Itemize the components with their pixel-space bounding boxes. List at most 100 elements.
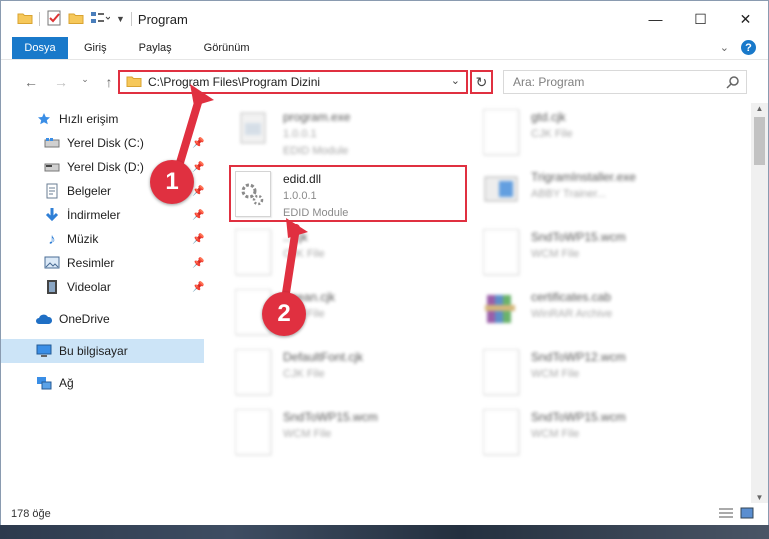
file-item-sndtowp15-wcm[interactable]: SndToWP15.wcm WCM File — [235, 409, 378, 465]
generic-file-icon — [235, 409, 271, 455]
file-name: gtd.cjk — [531, 110, 566, 124]
sidebar-item-pictures[interactable]: Resimler 📌 — [1, 251, 207, 275]
generic-file-icon — [483, 229, 519, 275]
vertical-scrollbar[interactable]: ▲ ▼ — [751, 103, 768, 503]
file-item-program-exe[interactable]: program.exe 1.0.0.1 EDID Module — [235, 109, 350, 165]
sidebar-item-label: Resimler — [67, 256, 115, 270]
window-controls: — ☐ ✕ — [633, 1, 768, 37]
file-item-defaultfont-cjk[interactable]: DefaultFont.cjk CJK File — [235, 349, 363, 405]
scroll-down-icon[interactable]: ▼ — [751, 493, 768, 502]
expand-ribbon-icon[interactable]: ⌄ — [720, 41, 729, 54]
close-button[interactable]: ✕ — [723, 1, 768, 37]
pin-icon: 📌 — [192, 161, 205, 173]
new-folder-icon[interactable] — [68, 11, 84, 28]
sidebar-item-downloads[interactable]: İndirmeler 📌 — [1, 203, 207, 227]
minimize-button[interactable]: — — [633, 1, 678, 37]
tab-view[interactable]: Görünüm — [188, 37, 266, 59]
file-name: DefaultFont.cjk — [283, 350, 364, 364]
properties-icon[interactable] — [46, 10, 62, 29]
status-bar: 178 öğe — [1, 503, 768, 525]
cloud-icon — [35, 311, 53, 327]
pictures-icon — [43, 255, 61, 271]
item-count: 178 öğe — [11, 508, 51, 520]
search-icon — [726, 75, 740, 92]
documents-icon — [43, 183, 61, 199]
customize-toolbar-icon[interactable]: ▼ — [116, 14, 125, 24]
tab-file[interactable]: Dosya — [12, 37, 68, 59]
generic-file-icon — [483, 349, 519, 395]
file-type: ABBY Trainer... — [531, 188, 607, 200]
chevron-down-icon[interactable]: ⌄ — [451, 74, 460, 87]
sidebar-item-local-disk-c[interactable]: Yerel Disk (C:) 📌 — [1, 131, 207, 155]
sidebar-item-this-pc[interactable]: Bu bilgisayar — [1, 339, 204, 363]
scroll-up-icon[interactable]: ▲ — [751, 104, 768, 113]
file-type: WinRAR Archive — [531, 308, 613, 320]
file-meta: gtd.cjk CJK File — [531, 109, 573, 143]
large-icons-view-icon[interactable] — [740, 507, 754, 522]
file-name: SndToWP15.wcm — [531, 230, 626, 244]
network-icon — [35, 375, 53, 391]
pin-icon: 📌 — [192, 209, 205, 221]
file-name: ...cjk — [283, 230, 308, 244]
nav-buttons: ← → ⌄ ↑ — [19, 74, 121, 90]
file-meta: ...cjk CJK File — [283, 229, 325, 263]
maximize-button[interactable]: ☐ — [678, 1, 723, 37]
sidebar-item-videos[interactable]: Videolar 📌 — [1, 275, 207, 299]
recent-locations-icon[interactable]: ⌄ — [79, 74, 91, 90]
drive-icon — [43, 135, 61, 151]
main-area: Hızlı erişim Yerel Disk (C:) 📌 Yerel Dis… — [1, 103, 768, 503]
file-item-sndtowp15-wcm-2[interactable]: SndToWP15.wcm WCM File — [483, 409, 626, 465]
computer-icon — [35, 343, 53, 359]
search-placeholder: Ara: Program — [513, 75, 585, 89]
sidebar-item-label: Hızlı erişim — [59, 112, 119, 126]
back-arrow-icon[interactable]: ← — [19, 74, 43, 90]
sidebar-item-music[interactable]: ♪ Müzik 📌 — [1, 227, 207, 251]
sidebar-item-quick-access[interactable]: Hızlı erişim — [1, 107, 207, 131]
file-meta: SndToWP15.wcm WCM File — [283, 409, 378, 443]
sidebar-item-label: Bu bilgisayar — [59, 344, 128, 358]
generic-file-icon — [483, 109, 519, 155]
tab-home[interactable]: Giriş — [68, 37, 123, 59]
sidebar-item-network[interactable]: Ağ — [1, 371, 207, 395]
sidebar-item-label: İndirmeler — [67, 208, 121, 222]
sidebar-item-label: OneDrive — [59, 312, 110, 326]
file-meta: SndToWP15.wcm WCM File — [531, 409, 626, 443]
star-icon — [35, 111, 53, 127]
file-name: SndToWP15.wcm — [283, 410, 378, 424]
file-description: EDID Module — [283, 145, 349, 157]
sidebar-item-onedrive[interactable]: OneDrive — [1, 307, 207, 331]
file-type: CJK File — [531, 128, 573, 140]
folder-icon — [126, 74, 142, 91]
folder-icon — [17, 11, 33, 28]
pin-icon: 📌 — [192, 257, 205, 269]
file-type: WCM File — [531, 248, 580, 260]
file-meta: certificates.cab WinRAR Archive — [531, 289, 612, 323]
details-view-icon[interactable] — [718, 507, 734, 522]
search-input[interactable]: Ara: Program — [503, 70, 747, 94]
refresh-button[interactable]: ↻ — [470, 70, 493, 94]
forward-arrow-icon[interactable]: → — [49, 74, 73, 90]
file-type: WCM File — [283, 428, 332, 440]
file-item-gtd-cjk[interactable]: gtd.cjk CJK File — [483, 109, 573, 165]
sidebar-item-label: Yerel Disk (D:) — [67, 160, 144, 174]
archive-file-icon — [483, 289, 519, 335]
file-meta: SndToWP15.wcm WCM File — [531, 229, 626, 263]
file-type: CJK File — [283, 248, 325, 260]
view-toggle-icon[interactable] — [90, 11, 111, 28]
navigation-bar: ← → ⌄ ↑ C:\Program Files\Program Dizini … — [1, 59, 768, 103]
title-bar: ▼ Program — ☐ ✕ — [1, 1, 768, 37]
file-item-certificates-cab[interactable]: certificates.cab WinRAR Archive — [483, 289, 612, 345]
help-icon[interactable]: ? — [741, 40, 756, 55]
toolbar-divider — [39, 12, 40, 26]
tab-share[interactable]: Paylaş — [123, 37, 188, 59]
file-item-sndtowp15-wcm-right[interactable]: SndToWP15.wcm WCM File — [483, 229, 626, 285]
file-item-sndtowp12-wcm[interactable]: SndToWP12.wcm WCM File — [483, 349, 626, 405]
file-item-trigraminstaller-exe[interactable]: TrigramInstaller.exe ABBY Trainer... — [483, 169, 636, 225]
address-bar[interactable]: C:\Program Files\Program Dizini ⌄ — [118, 70, 468, 94]
download-icon — [43, 207, 61, 223]
file-item-cjk[interactable]: ...cjk CJK File — [235, 229, 325, 285]
pin-icon: 📌 — [192, 185, 205, 197]
scroll-thumb[interactable] — [754, 117, 765, 165]
